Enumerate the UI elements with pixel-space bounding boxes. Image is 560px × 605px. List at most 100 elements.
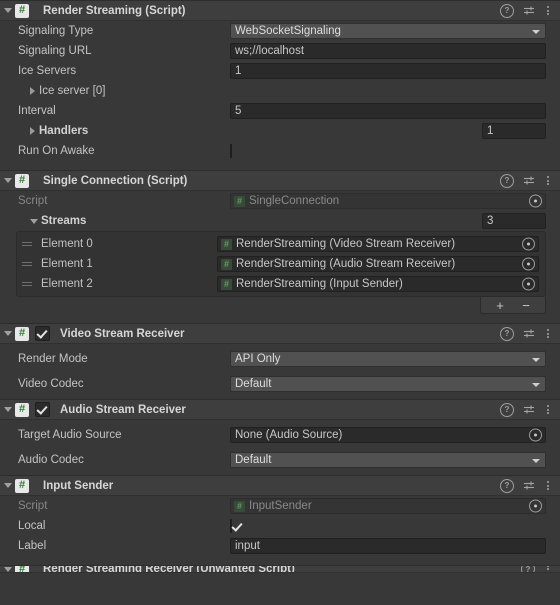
component-header-single-connection[interactable]: # Single Connection (Script) ? — [0, 170, 560, 191]
add-element-button[interactable]: + — [489, 299, 511, 312]
foldout-triangle-icon[interactable] — [4, 566, 12, 572]
object-picker-icon[interactable] — [522, 257, 535, 271]
foldout-triangle-icon[interactable] — [30, 218, 38, 224]
more-menu-icon[interactable] — [544, 176, 552, 185]
script-icon: # — [15, 326, 29, 341]
object-picker-icon[interactable] — [522, 277, 535, 291]
drag-handle-icon[interactable] — [22, 262, 34, 266]
preset-icon[interactable] — [523, 175, 535, 187]
object-field-value: SingleConnection — [249, 195, 340, 207]
foldout-triangle-icon[interactable] — [4, 331, 12, 336]
preset-icon[interactable] — [523, 328, 535, 340]
list-item[interactable]: Element 2 # RenderStreaming (Input Sende… — [17, 274, 545, 294]
stream-object-field[interactable]: # RenderStreaming (Video Stream Receiver… — [217, 236, 539, 252]
more-menu-icon[interactable] — [544, 405, 552, 414]
foldout-triangle-icon[interactable] — [30, 87, 35, 95]
handlers-size-input[interactable]: 1 — [482, 123, 546, 139]
interval-input[interactable]: 5 — [230, 103, 546, 119]
more-menu-icon[interactable] — [544, 6, 552, 15]
property-label: Script — [18, 500, 48, 512]
audio-codec-dropdown[interactable]: Default — [230, 452, 546, 468]
script-object-field: # InputSender — [230, 498, 546, 514]
component-header-render-streaming[interactable]: # Render Streaming (Script) ? — [0, 0, 560, 21]
component-header-video-stream-receiver[interactable]: # Video Stream Receiver ? — [0, 323, 560, 344]
property-row-signaling-url: Signaling URL ws;//localhost — [0, 41, 560, 61]
help-icon[interactable]: ? — [500, 3, 514, 18]
script-icon: # — [15, 3, 29, 18]
drag-handle-icon[interactable] — [22, 242, 34, 246]
help-icon[interactable]: ? — [500, 478, 514, 493]
property-label: Render Mode — [18, 353, 88, 365]
streams-list: Element 0 # RenderStreaming (Video Strea… — [16, 231, 546, 297]
script-icon: # — [15, 478, 29, 493]
property-label: Script — [18, 195, 48, 207]
property-label: Interval — [18, 105, 56, 117]
object-picker-icon[interactable] — [522, 237, 535, 251]
property-row-ice-servers: Ice Servers 1 — [0, 61, 560, 81]
handlers-foldout[interactable]: Handlers — [18, 125, 242, 137]
component-enabled-checkbox[interactable] — [35, 402, 50, 417]
object-picker-icon[interactable] — [529, 499, 542, 513]
local-checkbox[interactable] — [230, 519, 232, 533]
script-icon: # — [234, 195, 245, 207]
property-row-render-mode: Render Mode API Only — [0, 349, 560, 369]
preset-icon[interactable] — [523, 480, 535, 492]
foldout-triangle-icon[interactable] — [4, 178, 12, 183]
component-enabled-checkbox[interactable] — [35, 326, 50, 341]
script-icon: # — [15, 402, 29, 417]
object-picker-icon[interactable] — [529, 428, 542, 442]
more-menu-icon[interactable] — [544, 566, 552, 572]
signaling-url-input[interactable]: ws;//localhost — [230, 43, 546, 59]
object-field-value: InputSender — [249, 500, 312, 512]
list-item[interactable]: Element 0 # RenderStreaming (Video Strea… — [17, 234, 545, 254]
help-icon[interactable]: ? — [500, 326, 514, 341]
script-icon: # — [221, 258, 232, 270]
render-mode-dropdown[interactable]: API Only — [230, 351, 546, 367]
component-header-clipped[interactable]: # Render Streaming Receiver (Unwanted Sc… — [0, 565, 560, 573]
property-row-interval: Interval 5 — [0, 101, 560, 121]
target-audio-source-object-field[interactable]: None (Audio Source) — [230, 427, 546, 443]
streams-foldout[interactable]: Streams — [18, 215, 242, 227]
run-on-awake-checkbox[interactable] — [230, 144, 232, 158]
element-label: Element 2 — [41, 278, 93, 290]
foldout-triangle-icon[interactable] — [4, 8, 12, 13]
property-label: Handlers — [39, 125, 89, 137]
component-header-audio-stream-receiver[interactable]: # Audio Stream Receiver ? — [0, 399, 560, 420]
object-field-value: RenderStreaming (Video Stream Receiver) — [236, 238, 456, 250]
foldout-triangle-icon[interactable] — [4, 483, 12, 488]
remove-element-button[interactable]: − — [515, 299, 537, 312]
property-label: Label — [18, 540, 47, 552]
help-icon[interactable]: ? — [500, 402, 514, 417]
ice-servers-size-input[interactable]: 1 — [230, 63, 546, 79]
property-label: Signaling URL — [18, 45, 92, 57]
object-field-value: None (Audio Source) — [235, 429, 343, 441]
stream-object-field[interactable]: # RenderStreaming (Input Sender) — [217, 276, 539, 292]
help-icon[interactable]: ? — [521, 566, 535, 572]
object-field-value: RenderStreaming (Input Sender) — [236, 278, 403, 290]
drag-handle-icon[interactable] — [22, 282, 34, 286]
streams-size-input[interactable]: 3 — [482, 213, 546, 229]
more-menu-icon[interactable] — [544, 481, 552, 490]
video-codec-dropdown[interactable]: Default — [230, 376, 546, 392]
property-label: Video Codec — [18, 378, 84, 390]
object-picker-icon[interactable] — [529, 194, 542, 208]
foldout-triangle-icon[interactable] — [30, 127, 35, 135]
component-title: Render Streaming (Script) — [43, 4, 186, 17]
ice-server-foldout[interactable]: Ice server [0] — [18, 85, 242, 97]
script-icon: # — [15, 566, 29, 572]
label-input[interactable]: input — [230, 538, 546, 554]
foldout-triangle-icon[interactable] — [4, 407, 12, 412]
component-title: Render Streaming Receiver (Unwanted Scri… — [43, 565, 295, 573]
component-header-input-sender[interactable]: # Input Sender ? — [0, 475, 560, 496]
property-label: Signaling Type — [18, 25, 94, 37]
help-icon[interactable]: ? — [500, 173, 514, 188]
preset-icon[interactable] — [523, 404, 535, 416]
more-menu-icon[interactable] — [544, 329, 552, 338]
signaling-type-dropdown[interactable]: WebSocketSignaling — [230, 23, 546, 39]
property-row-script: Script # InputSender — [0, 496, 560, 516]
property-label: Local — [18, 520, 46, 532]
list-item[interactable]: Element 1 # RenderStreaming (Audio Strea… — [17, 254, 545, 274]
preset-icon[interactable] — [523, 5, 535, 17]
stream-object-field[interactable]: # RenderStreaming (Audio Stream Receiver… — [217, 256, 539, 272]
property-row-ice-server-0[interactable]: Ice server [0] — [0, 81, 560, 101]
